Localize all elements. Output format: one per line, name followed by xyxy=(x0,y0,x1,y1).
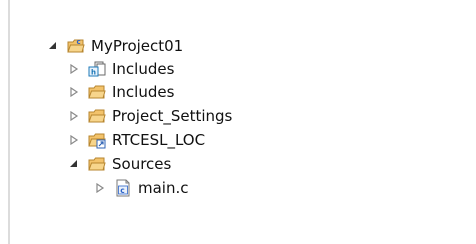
svg-text:h: h xyxy=(91,69,96,77)
tree-label-includes-folder: Includes xyxy=(112,83,175,101)
expanded-twisty-icon[interactable] xyxy=(68,157,80,171)
tree-label-project-settings: Project_Settings xyxy=(112,107,233,125)
folder-open-icon xyxy=(88,155,106,173)
expanded-twisty-icon[interactable] xyxy=(47,39,59,53)
tree-row-main-c[interactable]: c main.c xyxy=(94,176,189,200)
folder-icon xyxy=(88,83,106,101)
tree-row-sources[interactable]: Sources xyxy=(68,152,171,176)
tree-label-main-c: main.c xyxy=(138,179,189,197)
tree-row-rtcesl-loc[interactable]: RTCESL_LOC xyxy=(68,128,205,152)
include-library-icon: h xyxy=(88,60,106,78)
project-explorer-tree: c MyProject01 h Includes Includes Projec… xyxy=(0,0,476,244)
folder-icon xyxy=(88,107,106,125)
c-project-folder-icon: c xyxy=(67,37,85,55)
tree-label-root: MyProject01 xyxy=(91,37,184,55)
collapsed-twisty-icon[interactable] xyxy=(68,85,80,99)
collapsed-twisty-icon[interactable] xyxy=(68,109,80,123)
collapsed-twisty-icon[interactable] xyxy=(94,181,106,195)
tree-row-includes-library[interactable]: h Includes xyxy=(68,57,174,81)
collapsed-twisty-icon[interactable] xyxy=(68,62,80,76)
linked-folder-icon xyxy=(88,131,106,149)
svg-text:c: c xyxy=(120,186,124,195)
tree-label-includes-library: Includes xyxy=(112,60,175,78)
collapsed-twisty-icon[interactable] xyxy=(68,133,80,147)
tree-left-rule xyxy=(8,0,10,244)
tree-row-includes-folder[interactable]: Includes xyxy=(68,80,174,104)
tree-label-sources: Sources xyxy=(112,155,172,173)
c-source-file-icon: c xyxy=(114,179,132,197)
tree-label-rtcesl-loc: RTCESL_LOC xyxy=(112,131,206,149)
tree-row-root[interactable]: c MyProject01 xyxy=(47,34,183,58)
svg-text:c: c xyxy=(77,38,81,46)
tree-row-project-settings[interactable]: Project_Settings xyxy=(68,104,232,128)
